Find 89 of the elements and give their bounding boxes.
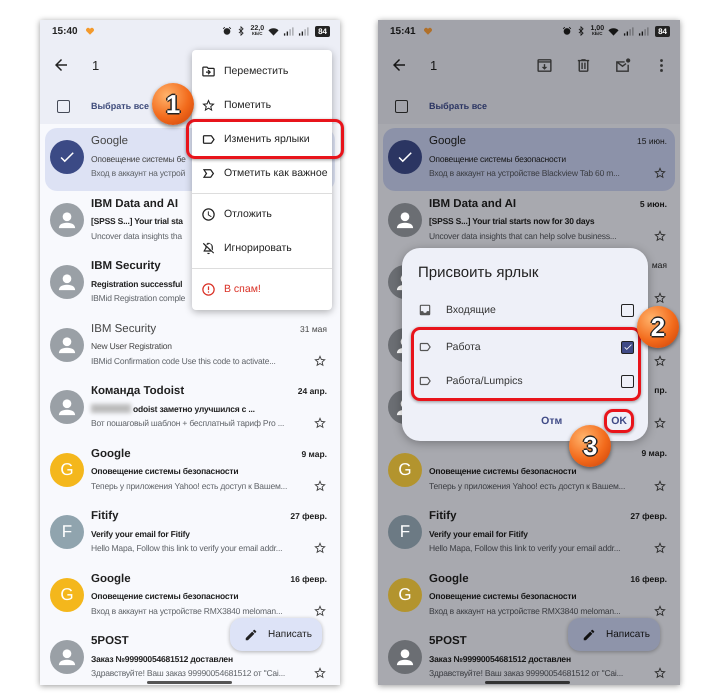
email-date: мая <box>652 260 667 270</box>
email-sender: Fitify <box>429 510 456 522</box>
email-preview: Теперь у приложения Yahoo! есть доступ к Вашем... <box>91 480 288 490</box>
menu-item[interactable]: Переместить <box>192 54 332 88</box>
email-subject: Оповещение системы безопасности <box>429 154 566 164</box>
label-option[interactable]: Работа/Lumpics <box>418 364 634 398</box>
letter-avatar: G <box>50 452 84 486</box>
email-sender: 5POST <box>91 635 129 647</box>
select-all-label[interactable]: Выбрать все <box>429 101 488 111</box>
email-subject: [SPSS S...] Your trial starts now for 30 days <box>429 216 594 226</box>
email-date: 24 апр. <box>298 386 327 396</box>
label-option[interactable]: Работа <box>418 330 634 364</box>
email-sender: Google <box>91 135 128 147</box>
email-date: 5 июн. <box>640 198 667 208</box>
email-subject: New User Registration <box>91 341 172 351</box>
email-subject: Оповещение системы безопасности <box>429 466 576 476</box>
select-all-label[interactable]: Выбрать все <box>91 101 150 111</box>
email-preview: Теперь у приложения Yahoo! есть доступ к Вашем... <box>429 480 626 490</box>
email-preview: Вход в аккаунт на устройстве Blackview Tab 60 m... <box>429 168 620 178</box>
letter-avatar: F <box>50 515 84 549</box>
email-preview: Uncover data insights that can help solve business... <box>429 230 616 240</box>
option-label: Входящие <box>446 304 496 316</box>
email-preview: Вход в аккаунт на устройстве RMX3840 meloman... <box>429 606 620 616</box>
dialog-button[interactable]: OK <box>607 412 631 430</box>
email-subject: Verify your email for Fitify <box>429 528 528 538</box>
menu-item[interactable]: Пометить <box>192 88 332 122</box>
menu-item[interactable]: Отложить <box>192 197 332 231</box>
email-sender: Google <box>429 135 466 147</box>
email-date: 31 мая <box>300 324 327 334</box>
email-preview: Hello Mapa, Follow this link to verify your email addr... <box>91 543 282 553</box>
dialog-title: Присвоить ярлык <box>418 264 540 281</box>
email-subject: Заказ №99990054681512 доставлен <box>429 654 571 664</box>
email-sender: Google <box>429 572 469 584</box>
menu-item[interactable]: В спам! <box>192 272 332 306</box>
status-time: 15:41 <box>390 26 416 36</box>
email-date: 16 февр. <box>290 574 327 584</box>
email-date: пр. <box>654 385 667 395</box>
email-subject: Оповещение системы безопасности <box>91 591 238 601</box>
email-sender: IBM Security <box>91 322 156 334</box>
letter-avatar: G <box>50 578 84 612</box>
menu-item[interactable]: Изменить ярлыки <box>189 122 341 156</box>
email-preview: Hello Mapa, Follow this link to verify your email addr... <box>429 543 620 553</box>
letter-avatar: F <box>388 515 422 549</box>
email-date: 16 февр. <box>630 574 667 584</box>
email-sender: Команда Todoist <box>91 385 184 397</box>
email-date: 27 февр. <box>290 511 327 521</box>
option-label: Работа/Lumpics <box>446 375 523 387</box>
email-subject: Оповещение системы бе <box>91 154 186 164</box>
email-date: 9 мар. <box>301 448 327 458</box>
selection-count: 1 <box>430 58 438 72</box>
email-sender: IBM Security <box>91 260 161 272</box>
letter-avatar: G <box>388 452 422 486</box>
email-subject: odoist заметно улучшился с ... <box>133 404 255 414</box>
email-sender: Google <box>91 572 131 584</box>
email-preview: IBMid Registration comple <box>91 293 186 303</box>
battery-level: 84 <box>315 26 330 36</box>
email-subject: Заказ №99990054681512 доставлен <box>91 654 233 664</box>
letter-avatar: G <box>388 578 422 612</box>
option-label: Работа <box>446 341 481 353</box>
email-subject: Оповещение системы безопасности <box>429 591 576 601</box>
email-sender: Google <box>91 448 131 460</box>
email-sender: 5POST <box>429 635 467 647</box>
email-sender: IBM Data and AI <box>91 198 178 210</box>
email-date: 9 мар. <box>641 448 667 458</box>
email-date: 15 июн. <box>637 136 667 146</box>
email-sender: IBM Data and AI <box>429 198 516 210</box>
email-date: 27 февр. <box>630 511 667 521</box>
email-subject: Оповещение системы безопасности <box>91 466 238 476</box>
email-subject: Registration successful <box>91 278 182 288</box>
email-preview: Uncover data insights tha <box>91 230 182 240</box>
compose-button[interactable]: Написать <box>568 618 660 651</box>
email-preview: Вот пошаговый шаблон + бесплатный тариф Pro ... <box>91 418 284 428</box>
menu-item[interactable]: Игнорировать <box>192 231 332 265</box>
menu-item[interactable]: Отметить как важное <box>192 156 332 190</box>
email-preview: Вход в аккаунт на устрой <box>91 168 186 178</box>
email-subject: [SPSS S...] Your trial sta <box>91 216 183 226</box>
compose-button[interactable]: Написать <box>230 618 322 651</box>
selection-count: 1 <box>92 58 100 72</box>
email-sender: Fitify <box>91 510 118 522</box>
email-row[interactable]: Google 15 июн. Оповещение системы безопасности Вход в аккаунт на устройстве Blackview Tab 60 m... <box>383 128 675 190</box>
email-preview: Вход в аккаунт на устройстве RMX3840 meloman... <box>91 606 282 616</box>
email-preview: Здравствуйте! Ваш заказ 99990054681512 от "Cai... <box>91 668 286 678</box>
label-option[interactable]: Входящие <box>418 293 634 327</box>
email-preview: IBMid Confirmation code Use this code to activate... <box>91 356 276 366</box>
battery-level: 84 <box>655 26 670 36</box>
dialog-button[interactable]: Отм <box>535 410 568 432</box>
email-preview: Здравствуйте! Ваш заказ 99990054681512 от "Cai... <box>429 668 624 678</box>
status-time: 15:40 <box>52 26 78 36</box>
email-subject: Verify your email for Fitify <box>91 528 190 538</box>
